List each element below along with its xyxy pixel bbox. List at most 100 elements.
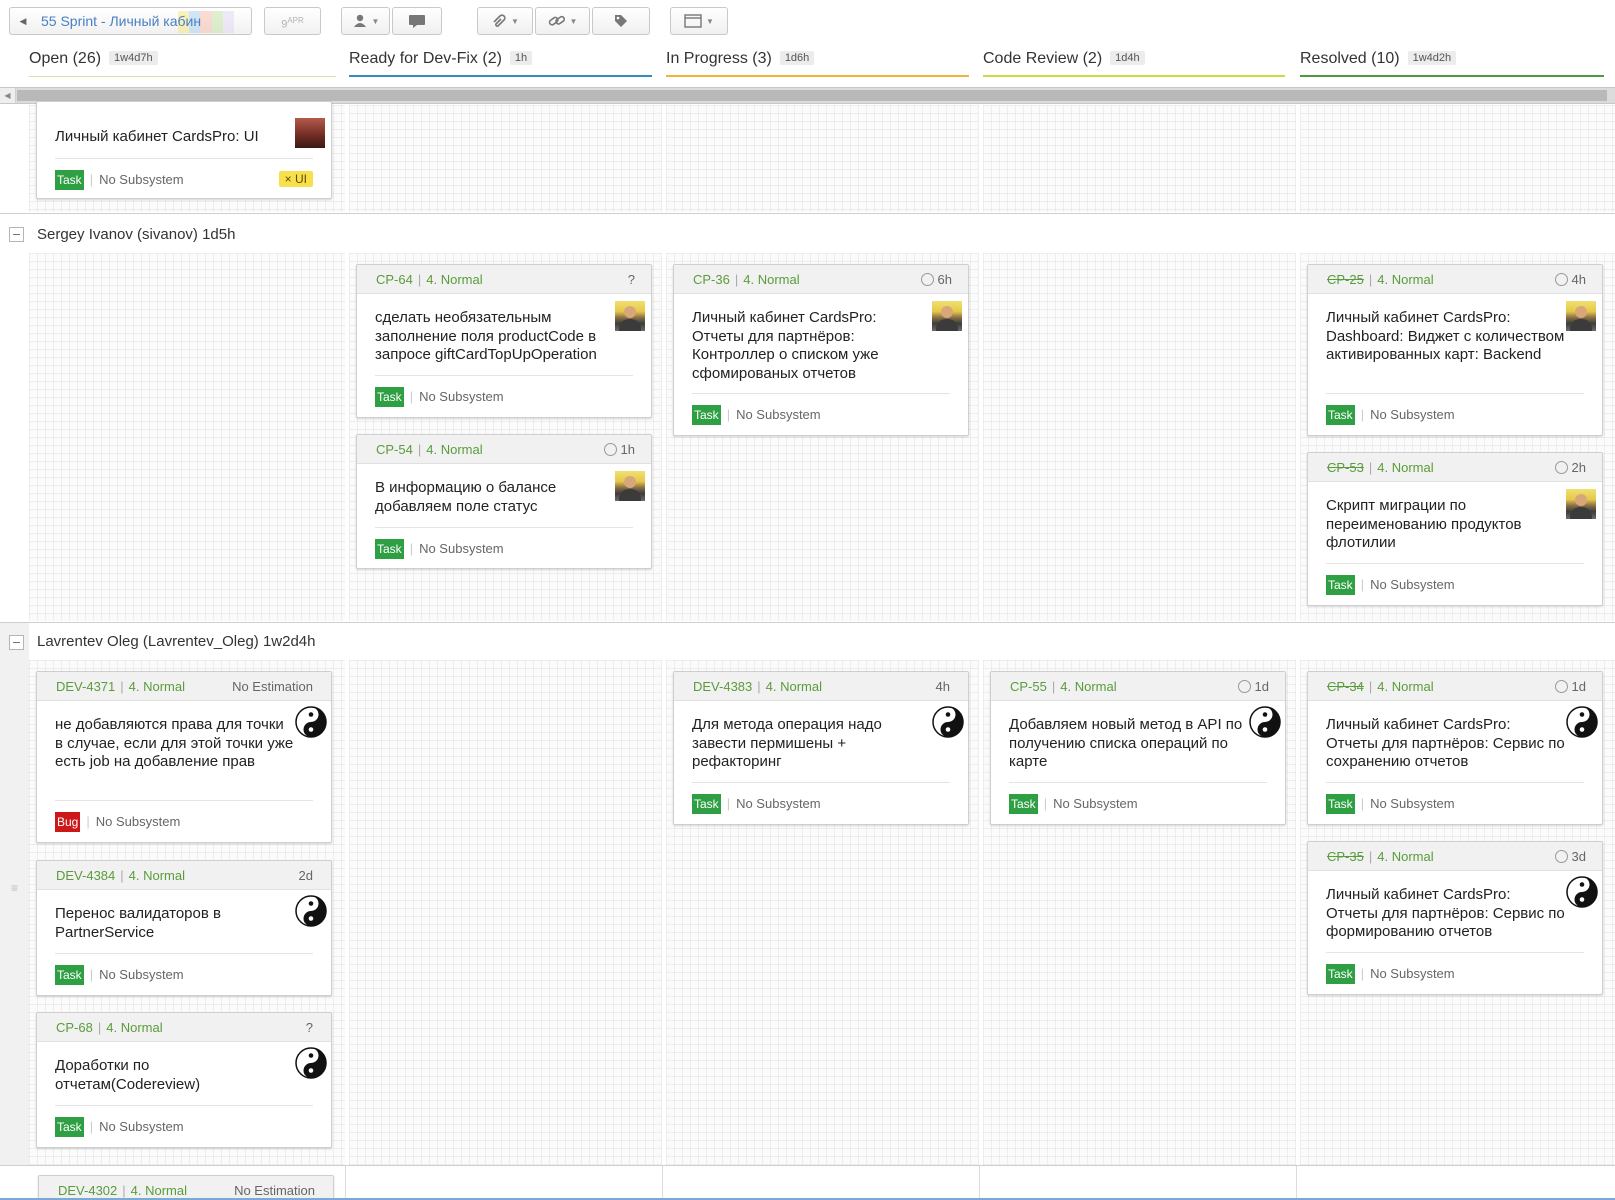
priority-label[interactable]: 4. Normal bbox=[1377, 272, 1433, 287]
sprint-selector[interactable]: ◀ 55 Sprint - Личный кабин bbox=[9, 7, 252, 35]
priority-label[interactable]: 4. Normal bbox=[1377, 679, 1433, 694]
issue-id-link[interactable]: CP-64 bbox=[376, 272, 413, 287]
estimation-label[interactable]: 4h bbox=[936, 679, 950, 694]
issue-id-link[interactable]: DEV-4371 bbox=[56, 679, 115, 694]
priority-label[interactable]: 4. Normal bbox=[1060, 679, 1116, 694]
issue-type-badge[interactable]: Task bbox=[1326, 964, 1355, 984]
issue-id-link[interactable]: CP-34 bbox=[1327, 679, 1364, 694]
priority-label[interactable]: 4. Normal bbox=[106, 1020, 162, 1035]
priority-label[interactable]: 4. Normal bbox=[426, 272, 482, 287]
issue-card[interactable]: CP-54 | 4. Normal 1h В информацию о баланс… bbox=[356, 434, 652, 569]
collapse-lane-icon[interactable] bbox=[9, 635, 24, 650]
column-header-resolved[interactable]: Resolved (10) 1w4d2h bbox=[1300, 46, 1604, 77]
column-header-open[interactable]: Open (26) 1w4d7h bbox=[29, 46, 336, 77]
estimation-label[interactable]: 2h bbox=[1554, 460, 1586, 475]
subsystem-label[interactable]: No Subsystem bbox=[419, 541, 504, 556]
issue-card[interactable]: CP-34 | 4. Normal 1d Личный кабинет CardsP… bbox=[1307, 671, 1603, 825]
date-button[interactable]: 9APR bbox=[264, 7, 321, 35]
priority-label[interactable]: 4. Normal bbox=[129, 679, 185, 694]
issue-card[interactable]: DEV-4302 | 4. Normal No Estimation bbox=[38, 1175, 334, 1200]
scroll-left-icon[interactable]: ◀ bbox=[0, 88, 16, 103]
issue-type-badge[interactable]: Task bbox=[1326, 405, 1355, 425]
issue-card[interactable]: DEV-4383 | 4. Normal 4h Для метода операци… bbox=[673, 671, 969, 825]
previous-sprint-icon[interactable]: ◀ bbox=[14, 14, 32, 28]
subsystem-label[interactable]: No Subsystem bbox=[99, 1119, 184, 1134]
comment-button[interactable] bbox=[392, 7, 442, 35]
tag-badge[interactable]: × UI bbox=[278, 171, 313, 187]
subsystem-label[interactable]: No Subsystem bbox=[99, 172, 184, 187]
issue-type-badge[interactable]: Task bbox=[1326, 575, 1355, 595]
estimation-label[interactable]: 1d bbox=[1554, 679, 1586, 694]
estimation-label[interactable]: 3d bbox=[1554, 849, 1586, 864]
estimation-label[interactable]: No Estimation bbox=[234, 1183, 315, 1198]
issue-card[interactable]: DEV-4371 | 4. Normal No Estimation не доба… bbox=[36, 671, 332, 843]
estimation-label[interactable]: 6h bbox=[920, 272, 952, 287]
issue-id-link[interactable]: CP-35 bbox=[1327, 849, 1364, 864]
subsystem-label[interactable]: No Subsystem bbox=[1053, 796, 1138, 811]
collapse-lane-icon[interactable] bbox=[9, 227, 24, 242]
issue-type-badge[interactable]: Task bbox=[55, 170, 84, 190]
issue-card[interactable]: Личный кабинет CardsPro: UI Task | No Subs… bbox=[36, 101, 332, 199]
subsystem-label[interactable]: No Subsystem bbox=[1370, 407, 1455, 422]
issue-type-badge[interactable]: Task bbox=[1009, 794, 1038, 814]
issue-type-badge[interactable]: Task bbox=[55, 1117, 84, 1137]
subsystem-label[interactable]: No Subsystem bbox=[419, 389, 504, 404]
issue-card[interactable]: DEV-4384 | 4. Normal 2d Перенос валидаторо… bbox=[36, 860, 332, 996]
issue-id-link[interactable]: CP-25 bbox=[1327, 272, 1364, 287]
issue-card[interactable]: CP-64 | 4. Normal ? сделать необязательным… bbox=[356, 264, 652, 418]
issue-id-link[interactable]: CP-55 bbox=[1010, 679, 1047, 694]
estimation-label[interactable]: 1d bbox=[1237, 679, 1269, 694]
issue-card[interactable]: CP-35 | 4. Normal 3d Личный кабинет CardsP… bbox=[1307, 841, 1603, 995]
link-button[interactable]: ▼ bbox=[535, 7, 590, 35]
assignee-filter-button[interactable]: ▼ bbox=[341, 7, 390, 35]
issue-id-link[interactable]: DEV-4384 bbox=[56, 868, 115, 883]
priority-label[interactable]: 4. Normal bbox=[1377, 849, 1433, 864]
issue-type-badge[interactable]: Bug bbox=[55, 812, 81, 832]
estimation-label[interactable]: ? bbox=[306, 1020, 313, 1035]
issue-type-badge[interactable]: Task bbox=[1326, 794, 1355, 814]
priority-label[interactable]: 4. Normal bbox=[766, 679, 822, 694]
scrollbar-thumb[interactable] bbox=[17, 90, 1607, 101]
estimation-label[interactable]: 2d bbox=[299, 868, 313, 883]
drag-handle-icon[interactable]: ≡ bbox=[11, 882, 18, 894]
issue-type-badge[interactable]: Task bbox=[375, 387, 404, 407]
subsystem-label[interactable]: No Subsystem bbox=[1370, 966, 1455, 981]
issue-card[interactable]: CP-53 | 4. Normal 2h Скрипт миграции по пе… bbox=[1307, 452, 1603, 606]
priority-label[interactable]: 4. Normal bbox=[131, 1183, 187, 1198]
estimation-label[interactable]: 1h bbox=[603, 442, 635, 457]
tag-button[interactable] bbox=[592, 7, 650, 35]
lane-title[interactable]: Lavrentev Oleg (Lavrentev_Oleg) 1w2d4h bbox=[37, 633, 316, 650]
column-header-ready-for-dev-fix[interactable]: Ready for Dev-Fix (2) 1h bbox=[349, 46, 652, 77]
issue-type-badge[interactable]: Task bbox=[375, 539, 404, 559]
issue-card[interactable]: CP-25 | 4. Normal 4h Личный кабинет CardsP… bbox=[1307, 264, 1603, 436]
column-header-code-review[interactable]: Code Review (2) 1d4h bbox=[983, 46, 1285, 77]
estimation-label[interactable]: No Estimation bbox=[232, 679, 313, 694]
subsystem-label[interactable]: No Subsystem bbox=[1370, 577, 1455, 592]
subsystem-label[interactable]: No Subsystem bbox=[736, 796, 821, 811]
issue-type-badge[interactable]: Task bbox=[692, 405, 721, 425]
priority-label[interactable]: 4. Normal bbox=[129, 868, 185, 883]
estimation-label[interactable]: 4h bbox=[1554, 272, 1586, 287]
priority-label[interactable]: 4. Normal bbox=[743, 272, 799, 287]
issue-id-link[interactable]: DEV-4302 bbox=[58, 1183, 117, 1198]
issue-id-link[interactable]: CP-54 bbox=[376, 442, 413, 457]
priority-label[interactable]: 4. Normal bbox=[1377, 460, 1433, 475]
priority-label[interactable]: 4. Normal bbox=[426, 442, 482, 457]
issue-type-badge[interactable]: Task bbox=[692, 794, 721, 814]
issue-id-link[interactable]: CP-68 bbox=[56, 1020, 93, 1035]
view-options-button[interactable]: ▼ bbox=[670, 7, 728, 35]
subsystem-label[interactable]: No Subsystem bbox=[1370, 796, 1455, 811]
column-header-in-progress[interactable]: In Progress (3) 1d6h bbox=[666, 46, 969, 77]
issue-id-link[interactable]: DEV-4383 bbox=[693, 679, 752, 694]
issue-id-link[interactable]: CP-53 bbox=[1327, 460, 1364, 475]
lane-title[interactable]: Sergey Ivanov (sivanov) 1d5h bbox=[37, 226, 235, 243]
issue-card[interactable]: CP-55 | 4. Normal 1d Добавляем новый метод… bbox=[990, 671, 1286, 825]
attachment-button[interactable]: ▼ bbox=[477, 7, 533, 35]
subsystem-label[interactable]: No Subsystem bbox=[96, 814, 181, 829]
issue-card[interactable]: CP-68 | 4. Normal ? Доработки по отчетам(C… bbox=[36, 1012, 332, 1148]
issue-type-badge[interactable]: Task bbox=[55, 965, 84, 985]
issue-card[interactable]: CP-36 | 4. Normal 6h Личный кабинет CardsP… bbox=[673, 264, 969, 436]
issue-id-link[interactable]: CP-36 bbox=[693, 272, 730, 287]
subsystem-label[interactable]: No Subsystem bbox=[736, 407, 821, 422]
estimation-label[interactable]: ? bbox=[628, 272, 635, 287]
